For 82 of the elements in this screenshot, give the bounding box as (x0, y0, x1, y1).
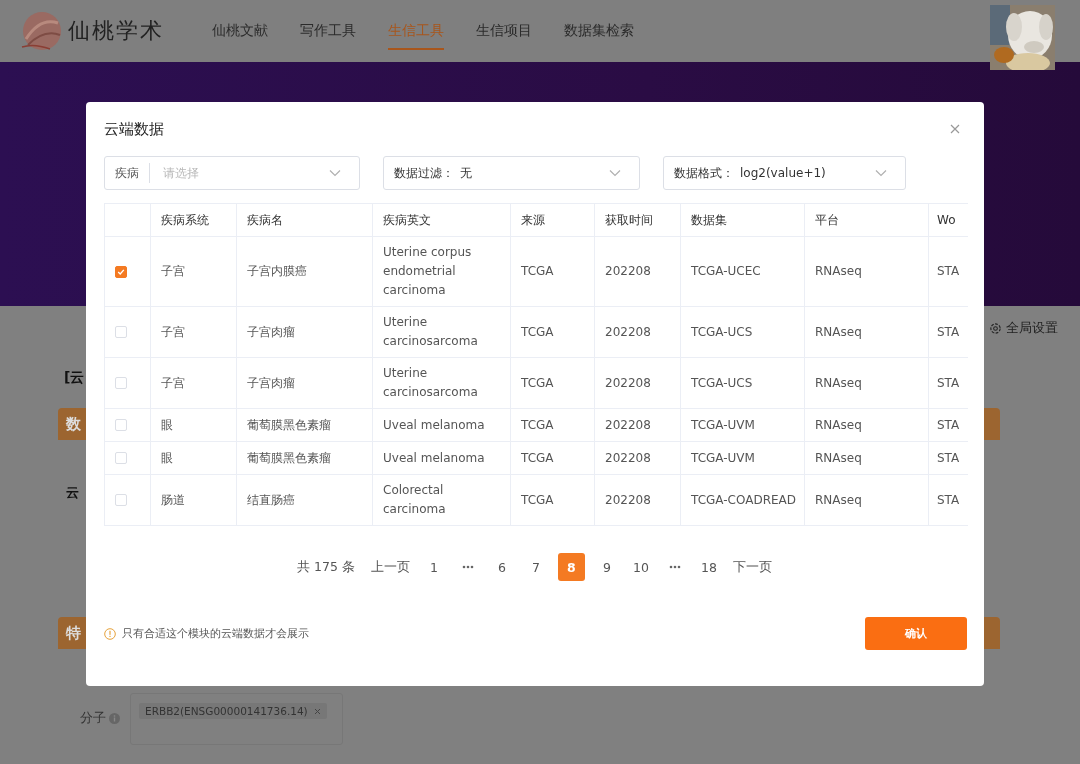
nav-tab[interactable]: 仙桃文献 (212, 0, 268, 62)
table-cell: 眼 (151, 409, 237, 442)
page-button[interactable]: 18 (696, 554, 721, 580)
nav-tab[interactable]: 写作工具 (300, 0, 356, 62)
table-cell: 202208 (595, 237, 681, 307)
column-header: 数据集 (681, 204, 805, 237)
select-field[interactable]: 数据格式： log2(value+1) (663, 156, 906, 190)
table-cell: 子宫肉瘤 (237, 307, 373, 358)
page-button[interactable]: 10 (628, 554, 653, 580)
table-cell: 子宫肉瘤 (237, 358, 373, 409)
table-cell: STA (929, 237, 968, 307)
section-title: [云 (64, 369, 85, 387)
table-cell: 子宫内膜癌 (237, 237, 373, 307)
page-button[interactable]: 9 (594, 554, 619, 580)
dialog-title: 云端数据 (104, 119, 164, 139)
previous-page-button[interactable]: 上一页 (368, 554, 412, 580)
table-cell: STA (929, 358, 968, 409)
table-cell: Uterine carcinosarcoma (373, 307, 511, 358)
settings-link[interactable]: 全局设置 (1006, 320, 1058, 337)
table-cell: RNAseq (805, 442, 929, 475)
column-header: 疾病英文 (373, 204, 511, 237)
table-cell: 202208 (595, 442, 681, 475)
table-cell: TCGA (511, 475, 595, 526)
select-field[interactable]: 数据过滤： 无 (383, 156, 640, 190)
table-cell: RNAseq (805, 475, 929, 526)
table-cell: TCGA-UCS (681, 358, 805, 409)
table-cell: RNAseq (805, 358, 929, 409)
table-cell: Uterine carcinosarcoma (373, 358, 511, 409)
table-cell: TCGA (511, 358, 595, 409)
notice-text: 只有合适这个模块的云端数据才会展示 (122, 626, 309, 641)
table-cell: 202208 (595, 358, 681, 409)
table-cell: RNAseq (805, 409, 929, 442)
page-button[interactable]: 1 (421, 554, 446, 580)
field-label: 云 (66, 484, 79, 502)
table-cell: 子宫 (151, 358, 237, 409)
total-count: 共 175 条 (297, 558, 355, 576)
table-cell: Uveal melanoma (373, 409, 511, 442)
table-cell: 眼 (151, 442, 237, 475)
table-cell: RNAseq (805, 307, 929, 358)
column-header: 获取时间 (595, 204, 681, 237)
table-cell: STA (929, 307, 968, 358)
page-button[interactable]: 7 (523, 554, 548, 580)
table-cell: 202208 (595, 307, 681, 358)
table-cell: RNAseq (805, 237, 929, 307)
nav-tab[interactable]: 生信项目 (476, 0, 532, 62)
table-cell: TCGA (511, 442, 595, 475)
table-cell: 202208 (595, 475, 681, 526)
column-header: 疾病系统 (151, 204, 237, 237)
table-cell: TCGA (511, 307, 595, 358)
tag: ERBB2(ENSG00000141736.14) (139, 703, 327, 719)
table-cell: TCGA (511, 237, 595, 307)
table-cell: 葡萄膜黑色素瘤 (237, 442, 373, 475)
next-page-button[interactable]: 下一页 (730, 554, 774, 580)
column-header: Wo (929, 204, 968, 237)
nav-tab[interactable]: 数据集检索 (564, 0, 634, 62)
table-cell: STA (929, 409, 968, 442)
table-cell: TCGA (511, 409, 595, 442)
table-cell: 子宫 (151, 237, 237, 307)
table-cell: 肠道 (151, 475, 237, 526)
table-cell: TCGA-UCEC (681, 237, 805, 307)
table-cell: STA (929, 475, 968, 526)
column-header: 来源 (511, 204, 595, 237)
table-cell: Uterine corpus endometrial carcinoma (373, 237, 511, 307)
column-header: 平台 (805, 204, 929, 237)
panel-header: 数 (58, 408, 86, 440)
table-cell: 子宫 (151, 307, 237, 358)
table-cell: TCGA-COADREAD (681, 475, 805, 526)
field-label: 分子 (80, 709, 106, 727)
table-cell: 葡萄膜黑色素瘤 (237, 409, 373, 442)
page-button[interactable]: 6 (489, 554, 514, 580)
table-cell: STA (929, 442, 968, 475)
table-cell: 结直肠癌 (237, 475, 373, 526)
panel-header: 特 (58, 617, 86, 649)
table-cell: TCGA-UVM (681, 409, 805, 442)
logo-text: 仙桃学术 (68, 17, 164, 45)
table-cell: TCGA-UVM (681, 442, 805, 475)
column-header: 疾病名 (237, 204, 373, 237)
select-field[interactable]: 疾病 请选择 (104, 156, 360, 190)
table-cell: TCGA-UCS (681, 307, 805, 358)
table-cell: Colorectal carcinoma (373, 475, 511, 526)
table-cell: 202208 (595, 409, 681, 442)
table-cell: Uveal melanoma (373, 442, 511, 475)
